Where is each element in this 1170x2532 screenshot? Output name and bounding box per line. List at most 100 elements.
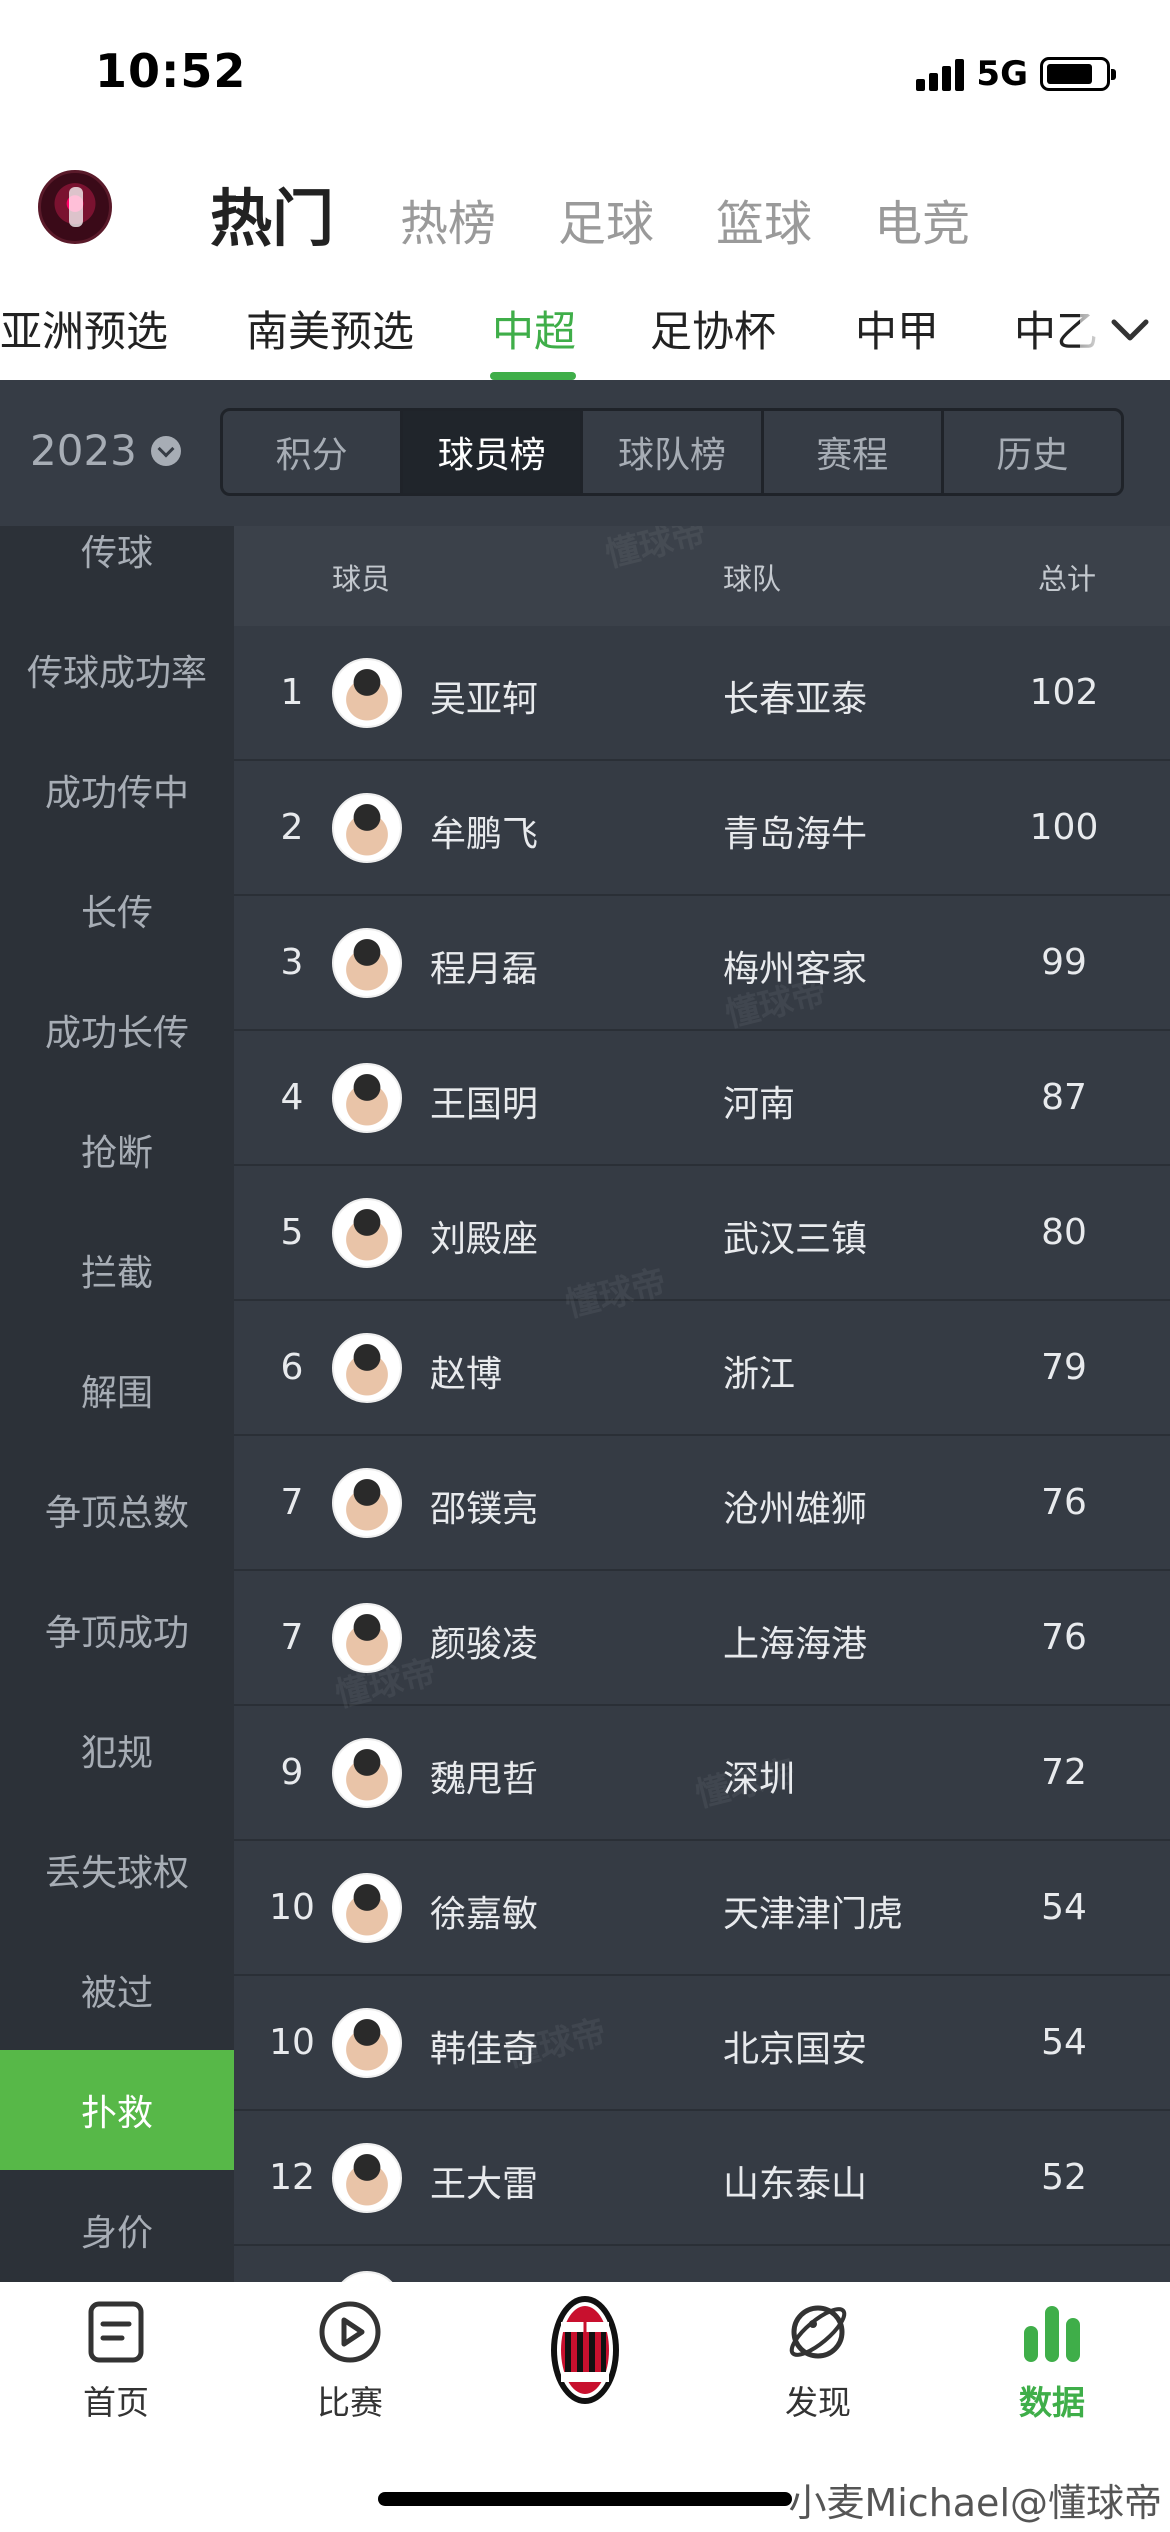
total-value: 76 (1041, 1482, 1087, 1523)
sidebar-item-successful-crosses[interactable]: 成功传中 (0, 730, 234, 850)
sidebar-item-passes[interactable]: 传球 (0, 526, 234, 610)
header-total: 总计 (1038, 562, 1097, 596)
player-name: 韩佳奇 (430, 2029, 539, 2070)
team-name: 武汉三镇 (723, 1219, 868, 1260)
season-label: 2023 (30, 426, 137, 475)
player-avatar (332, 1063, 402, 1133)
tab-discover[interactable]: 发现 (738, 2300, 898, 2424)
header-player: 球员 (332, 562, 391, 596)
tab-esports[interactable]: 电竞 (874, 184, 970, 254)
league-tab-csl[interactable]: 中超 (492, 298, 576, 359)
table-row[interactable]: 10 徐嘉敏 天津津门虎 54 (234, 1841, 1170, 1976)
team-name: 沧州雄狮 (723, 1489, 868, 1530)
player-name: 颜骏凌 (430, 1624, 539, 1665)
total-value: 100 (1029, 807, 1099, 848)
player-name: 吴亚轲 (430, 679, 539, 720)
total-value: 76 (1041, 1617, 1087, 1658)
battery-icon (1040, 57, 1116, 91)
league-tab-china-league-one[interactable]: 中甲 (855, 298, 939, 359)
sidebar-item-dribbled-past[interactable]: 被过 (0, 1930, 234, 2050)
rankings-table: 球员 球队 总计 1 吴亚轲 长春亚泰 102 2 牟鹏飞 青岛海牛 100 3… (234, 526, 1170, 2282)
player-avatar (332, 1603, 402, 1673)
table-row[interactable]: 9 魏甩哲 深圳 72 (234, 1706, 1170, 1841)
segment-team-rankings[interactable]: 球队榜 (583, 411, 764, 493)
tab-hot[interactable]: 热门 (210, 168, 334, 258)
table-row[interactable]: 5 刘殿座 武汉三镇 80 (234, 1166, 1170, 1301)
tab-club[interactable] (505, 2292, 665, 2408)
team-name: 深圳 (723, 1759, 796, 1800)
sidebar-item-successful-long-balls[interactable]: 成功长传 (0, 970, 234, 1090)
team-name: 梅州客家 (723, 949, 868, 990)
segment-standings[interactable]: 积分 (223, 411, 404, 493)
table-row[interactable]: 1 吴亚轲 长春亚泰 102 (234, 626, 1170, 761)
sidebar-item-market-value[interactable]: 身价 (0, 2170, 234, 2282)
table-row[interactable]: 7 颜骏凌 上海海港 76 (234, 1571, 1170, 1706)
sidebar-item-possession-lost[interactable]: 丢失球权 (0, 1810, 234, 1930)
tab-home-label: 首页 (83, 2383, 149, 2422)
sidebar-item-fouls[interactable]: 犯规 (0, 1690, 234, 1810)
sidebar-item-long-balls[interactable]: 长传 (0, 850, 234, 970)
season-selector[interactable]: 2023 (30, 426, 181, 475)
league-more-button[interactable] (1080, 280, 1170, 380)
bottom-tab-bar: 首页 比赛 发现 数据 小麦Michael@懂球帝 (0, 2282, 1170, 2532)
team-name: 上海海港 (723, 1624, 868, 1665)
tab-trending[interactable]: 热榜 (400, 184, 496, 254)
table-row[interactable]: 4 王国明 河南 87 (234, 1031, 1170, 1166)
total-value: 54 (1041, 1887, 1087, 1928)
player-avatar (332, 2008, 402, 2078)
sidebar-item-pass-accuracy[interactable]: 传球成功率 (0, 610, 234, 730)
player-avatar (332, 928, 402, 998)
filter-bar: 2023 积分 球员榜 球队榜 赛程 历史 (0, 380, 1170, 526)
sidebar-item-clearances[interactable]: 解围 (0, 1330, 234, 1450)
player-avatar (332, 1873, 402, 1943)
sidebar-item-tackles[interactable]: 抢断 (0, 1090, 234, 1210)
tab-football[interactable]: 足球 (558, 184, 654, 254)
total-value: 99 (1041, 942, 1087, 983)
player-name: 王国明 (430, 1084, 539, 1125)
total-value: 54 (1041, 2022, 1087, 2063)
player-avatar (332, 2143, 402, 2213)
table-row[interactable]: 3 程月磊 梅州客家 99 (234, 896, 1170, 1031)
stats-panel: 2023 积分 球员榜 球队榜 赛程 历史 传球 传球成功率 成功传中 长传 成… (0, 380, 1170, 2282)
player-name: 王大雷 (430, 2164, 539, 2205)
home-indicator[interactable] (378, 2492, 792, 2506)
table-row[interactable]: 2 牟鹏飞 青岛海牛 100 (234, 761, 1170, 896)
team-name: 浙江 (723, 1354, 796, 1395)
player-avatar (332, 793, 402, 863)
status-indicators: 5G (916, 54, 1116, 94)
table-row[interactable]: 12 王大雷 山东泰山 52 (234, 2111, 1170, 2246)
league-tab-south-america-qualifiers[interactable]: 南美预选 (246, 298, 414, 359)
tab-home[interactable]: 首页 (36, 2300, 196, 2424)
sidebar-item-saves[interactable]: 扑救 (0, 2050, 234, 2170)
segment-history[interactable]: 历史 (944, 411, 1121, 493)
network-label: 5G (976, 54, 1028, 94)
table-header: 球员 球队 总计 (234, 526, 1170, 626)
league-tab-fa-cup[interactable]: 足协杯 (650, 298, 776, 359)
segment-schedule[interactable]: 赛程 (764, 411, 944, 493)
tab-data[interactable]: 数据 (972, 2300, 1132, 2424)
player-avatar (332, 1198, 402, 1268)
status-bar: 10:52 5G (0, 0, 1170, 140)
league-tab-asia-qualifiers[interactable]: 亚洲预选 (0, 298, 168, 359)
avatar[interactable] (38, 170, 112, 244)
table-row[interactable]: 7 邵镤亮 沧州雄狮 76 (234, 1436, 1170, 1571)
tab-matches[interactable]: 比赛 (270, 2300, 430, 2424)
team-name: 长春亚泰 (723, 679, 868, 720)
team-name: 山东泰山 (723, 2164, 868, 2205)
total-value: 52 (1041, 2157, 1087, 2198)
sidebar-item-aerial-duels-won[interactable]: 争顶成功 (0, 1570, 234, 1690)
player-name: 刘殿座 (430, 1219, 539, 1260)
table-row[interactable]: 10 韩佳奇 北京国安 54 (234, 1976, 1170, 2111)
segment-player-rankings[interactable]: 球员榜 (403, 411, 584, 493)
signal-icon (916, 57, 965, 91)
table-row[interactable]: 6 赵博 浙江 79 (234, 1301, 1170, 1436)
player-avatar (332, 1738, 402, 1808)
chevron-down-icon (150, 435, 181, 466)
credit-text: 小麦Michael@懂球帝 (788, 2481, 1162, 2525)
player-name: 程月磊 (430, 949, 539, 990)
sidebar-item-aerial-duels[interactable]: 争顶总数 (0, 1450, 234, 1570)
tab-basketball[interactable]: 篮球 (716, 184, 812, 254)
total-value: 72 (1041, 1752, 1087, 1793)
team-name: 北京国安 (723, 2029, 868, 2070)
sidebar-item-interceptions[interactable]: 拦截 (0, 1210, 234, 1330)
